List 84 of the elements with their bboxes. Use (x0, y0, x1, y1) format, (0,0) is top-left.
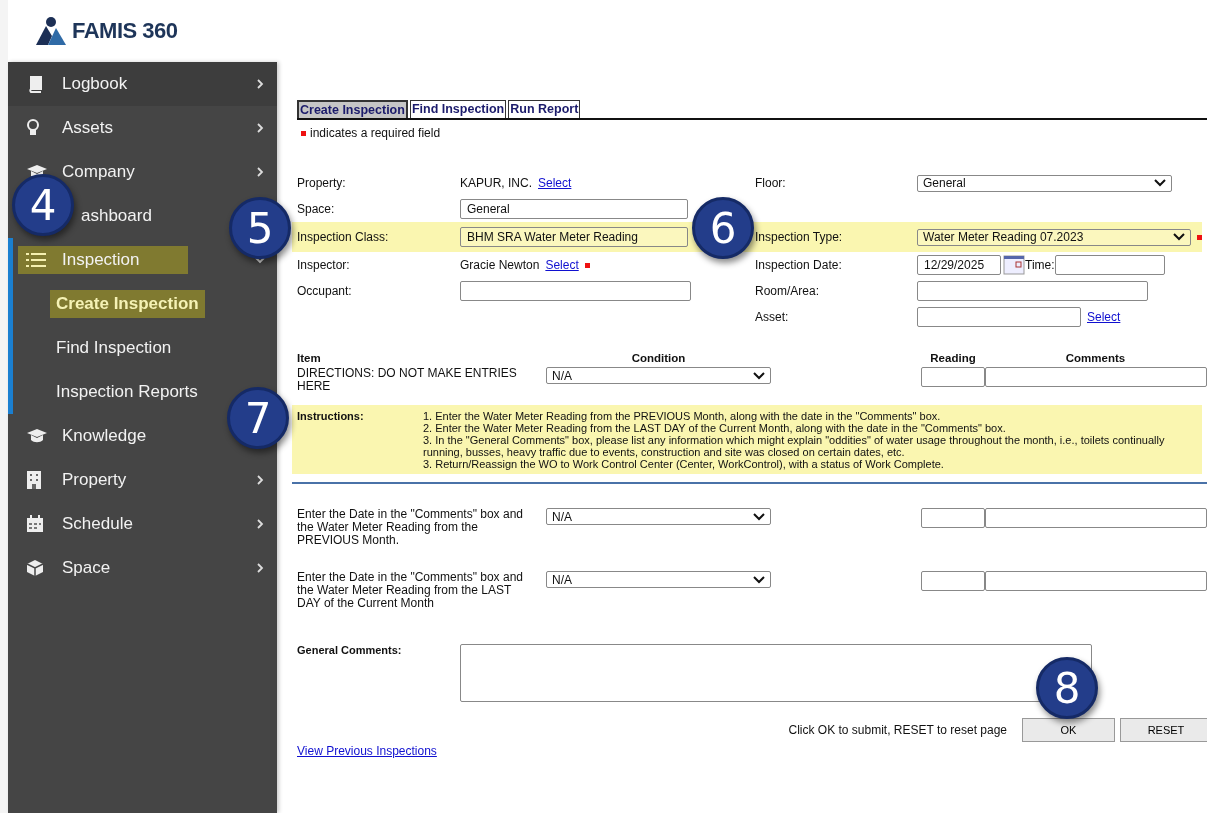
callout-badge: 6 (692, 197, 754, 259)
column-header: Condition (630, 352, 687, 364)
building-icon (26, 470, 42, 490)
comments-field[interactable] (985, 571, 1207, 591)
chevron-down-icon (753, 575, 765, 584)
select-link[interactable]: Select (538, 176, 572, 190)
required-note: indicates a required field (310, 126, 441, 140)
dropdown[interactable]: General (917, 174, 1172, 192)
select-link[interactable]: Select (545, 258, 579, 272)
chevron-down-icon (753, 371, 765, 380)
instruction-text: 3. Return/Reassign the WO to Work Control Center (Center, WorkControl), with a status of Work Complete. (423, 458, 945, 470)
list-icon (26, 252, 46, 268)
general-comments-label: General Comments: (297, 644, 403, 658)
tab[interactable]: Run Report (508, 100, 581, 118)
field-label: Inspection Class: (297, 230, 390, 244)
book-icon (26, 75, 44, 93)
field-value: Gracie Newton (460, 258, 540, 272)
field-label: Inspector: (297, 258, 351, 272)
chevron-down-icon (753, 512, 765, 521)
form-button[interactable]: OK (1022, 718, 1115, 742)
required-marker-icon (301, 130, 306, 136)
field-label: Room/Area: (755, 284, 821, 298)
field-label: Time: (1025, 258, 1055, 272)
chevron-down-icon (1154, 179, 1166, 187)
field-label: Floor: (755, 176, 787, 190)
instruction-text: 1. Enter the Water Meter Reading from the PREVIOUS Month, along with the date in the "Comments" box. (423, 410, 942, 422)
column-header: Item (297, 352, 322, 364)
column-header: Comments (1064, 352, 1127, 364)
input-field[interactable] (917, 307, 1081, 327)
comments-field[interactable] (985, 508, 1207, 528)
dropdown[interactable]: N/A (546, 367, 771, 384)
instruction-text: 2. Enter the Water Meter Reading from the LAST DAY of the Current Month, along with the date in the "Comments" box. (423, 422, 1007, 434)
nav-item[interactable]: Property (18, 466, 188, 494)
field-label: Occupant: (297, 284, 353, 298)
time-field[interactable] (1054, 255, 1165, 275)
submenu-item[interactable]: Inspection Reports (50, 378, 204, 406)
nav-item[interactable]: Schedule (18, 510, 188, 538)
nav-item[interactable]: Inspection (18, 246, 188, 274)
chevron-down-icon (1173, 233, 1185, 241)
dropdown[interactable]: Water Meter Reading 07.2023 (917, 228, 1191, 246)
form-button[interactable]: RESET (1120, 718, 1207, 742)
input-field[interactable] (917, 281, 1148, 301)
lightbulb-icon (26, 119, 40, 137)
logo-icon (34, 16, 68, 46)
calendar-icon (26, 515, 44, 533)
instructions-label: Instructions: (297, 410, 365, 424)
field-label: Inspection Date: (755, 258, 843, 272)
nav-item[interactable]: Space (18, 554, 188, 582)
item-text: Enter the Date in the "Comments" box and the Water Meter Reading from the PREVIOUS Month. (297, 508, 524, 547)
comments-field[interactable] (985, 367, 1207, 387)
graduation-cap-icon (26, 428, 48, 444)
reading-field[interactable] (921, 367, 985, 387)
item-text: Enter the Date in the "Comments" box and the Water Meter Reading from the LAST DAY of the Current Month (297, 571, 524, 610)
calendar-icon[interactable] (1003, 255, 1025, 275)
logo-text: FAMIS 360 (72, 18, 178, 44)
instruction-text: 3. In the "General Comments" box, please list any information which might explain "oddities" of water usage throughout the month, i.e., toilets continually running, busses, heavy traffic due to events, construction and site was closed on certain dates, etc. (423, 434, 1166, 458)
field-label: Asset: (755, 310, 790, 324)
tab[interactable]: Create Inspection (297, 100, 408, 118)
input-field[interactable] (460, 281, 691, 301)
nav-item[interactable]: ashboard (73, 202, 189, 230)
column-header: Reading (929, 352, 977, 364)
field-label: Inspection Type: (755, 230, 844, 244)
nav-item[interactable]: Knowledge (18, 422, 188, 450)
reading-field[interactable] (921, 571, 985, 591)
tab[interactable]: Find Inspection (409, 100, 507, 118)
field-label: Property: (297, 176, 347, 190)
dropdown[interactable]: N/A (546, 508, 771, 525)
reading-field[interactable] (921, 508, 985, 528)
field-label: Space: (297, 202, 336, 216)
field-value: KAPUR, INC. (460, 176, 532, 190)
cube-icon (26, 559, 44, 577)
input-field[interactable]: General (460, 199, 688, 219)
date-field[interactable]: 12/29/2025 (917, 255, 1001, 275)
nav-item[interactable]: Assets (18, 114, 188, 142)
item-text: DIRECTIONS: DO NOT MAKE ENTRIES HERE (297, 367, 518, 393)
dropdown[interactable]: N/A (546, 571, 771, 588)
submenu-item[interactable]: Create Inspection (50, 290, 205, 318)
view-previous-link[interactable]: View Previous Inspections (297, 744, 437, 758)
input-field[interactable]: BHM SRA Water Meter Reading (460, 227, 688, 247)
submenu-item[interactable]: Find Inspection (50, 334, 178, 362)
select-link[interactable]: Select (1087, 310, 1121, 324)
callout-badge: 8 (1036, 657, 1098, 719)
submit-hint: Click OK to submit, RESET to reset page (788, 723, 1007, 737)
comments-textarea[interactable] (460, 644, 1092, 702)
